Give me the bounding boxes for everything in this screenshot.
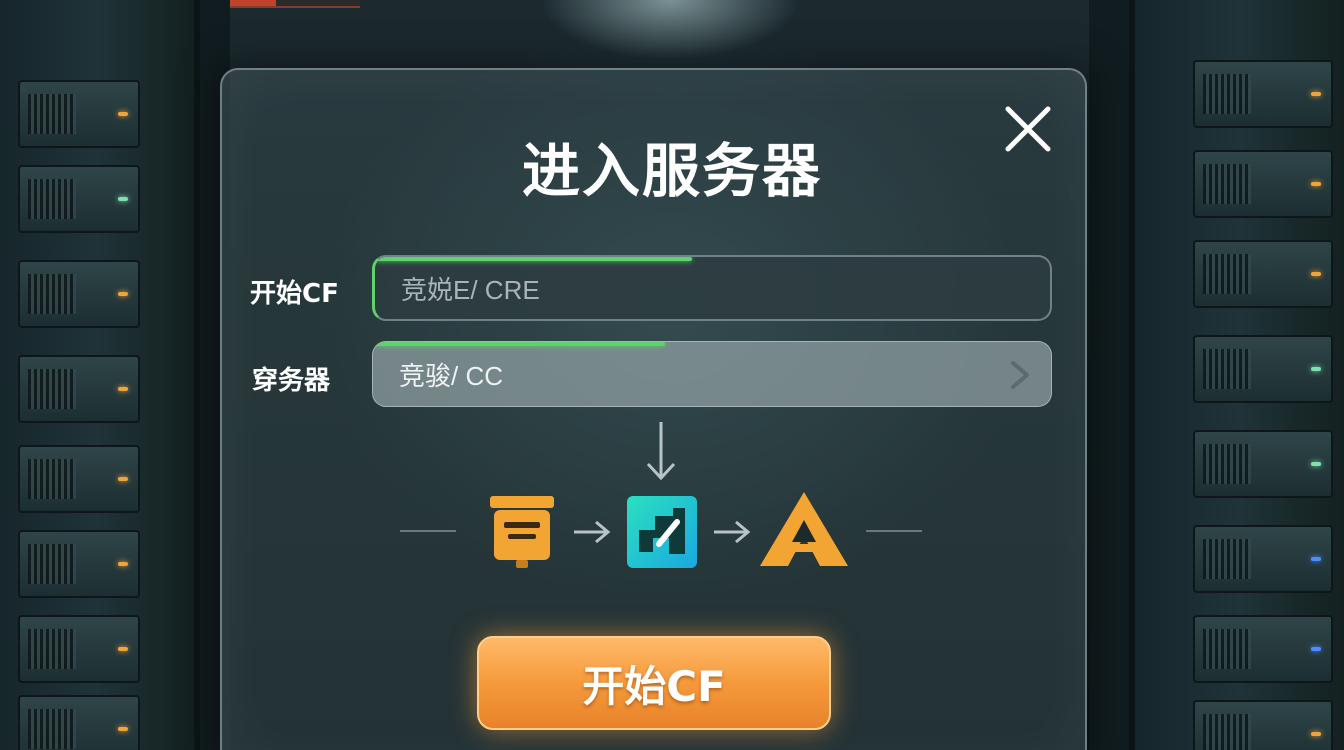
server-unit — [1193, 525, 1333, 593]
server-progress — [373, 342, 665, 346]
server-unit — [1193, 335, 1333, 403]
start-cf-button[interactable]: 开始CF — [477, 636, 831, 730]
close-button[interactable] — [1000, 101, 1056, 157]
server-unit — [1193, 60, 1333, 128]
dialog-title: 进入服务器 — [521, 137, 822, 205]
chevron-right-icon — [1011, 361, 1029, 389]
close-icon — [1005, 106, 1051, 152]
flow-line-left — [400, 530, 456, 532]
left-server-rack — [0, 0, 200, 750]
arrow-right-icon — [714, 520, 751, 544]
server-unit — [18, 530, 140, 598]
server-select[interactable]: 竞骏/ CC — [372, 341, 1052, 407]
teal-logo-icon — [627, 496, 697, 568]
server-unit — [1193, 700, 1333, 750]
right-rack-shadow — [1089, 0, 1129, 750]
start-cf-input[interactable]: 竞娧E/ CRE — [372, 255, 1052, 321]
server-select-value: 竞骏/ CC — [399, 360, 504, 391]
server-unit — [18, 615, 140, 683]
box-icon — [490, 496, 554, 568]
arrow-down-icon — [646, 422, 676, 481]
flow-line-right — [866, 530, 922, 532]
server-unit — [1193, 615, 1333, 683]
arrow-right-icon — [574, 520, 611, 544]
server-unit — [18, 695, 140, 750]
right-server-rack — [1129, 0, 1344, 750]
a-logo-icon — [760, 492, 848, 566]
start-cf-progress — [375, 257, 693, 261]
server-unit — [18, 260, 140, 328]
start-cf-label: 开始CF — [250, 279, 339, 309]
server-unit — [1193, 430, 1333, 498]
server-unit — [18, 445, 140, 513]
start-cf-input-value: 竞娧E/ CRE — [401, 274, 540, 305]
server-unit — [18, 355, 140, 423]
server-label: 穿务器 — [252, 366, 331, 396]
ceiling-light — [540, 0, 800, 60]
server-unit — [1193, 240, 1333, 308]
